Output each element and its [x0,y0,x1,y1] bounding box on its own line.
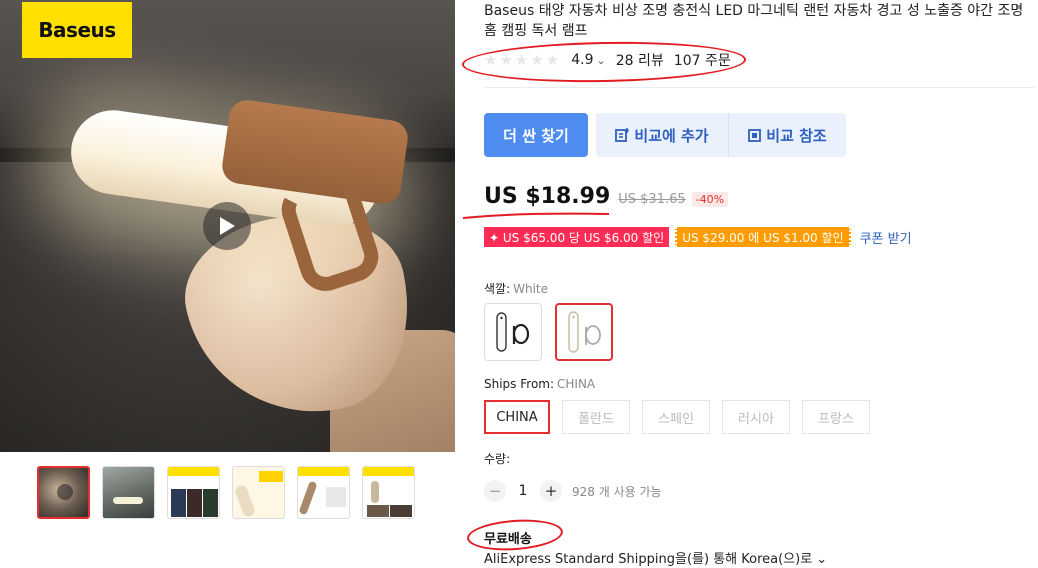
price-row: US $18.99 US $31.65 -40% [484,184,729,209]
review-count[interactable]: 28 리뷰 [616,50,664,70]
thumbnail-3[interactable] [167,466,220,519]
quantity-available: 928 개 사용 가능 [572,484,662,499]
thumbnail-5-band [298,467,349,476]
chevron-down-icon[interactable]: ⌄ [597,54,606,67]
color-value: White [513,282,549,296]
add-to-compare-label: 비교에 추가 [634,126,709,145]
color-swatches [484,303,613,361]
quantity-label: 수량: [484,452,511,466]
color-label: 색깔: White [484,280,548,297]
compare-list-icon [748,128,762,142]
ships-from-label: Ships From: CHINA [484,377,595,391]
thumbnail-1[interactable] [37,466,90,519]
color-label-text: 색깔: [484,282,511,296]
swatch-product-icon [496,312,530,352]
thumbnail-3-panel [187,489,202,517]
ships-from-options: CHINA 폴란드 스페인 러시아 프랑스 [484,400,870,434]
star-icon: ★ [499,50,513,69]
current-price: US $18.99 [484,184,611,209]
divider [484,87,1034,88]
thumbnail-3-panel [203,489,218,517]
thumbnail-4[interactable] [232,466,285,519]
free-shipping-label: 무료배송 [484,532,532,547]
compare-add-icon [615,128,630,142]
thumbnail-6-lamp [371,481,379,503]
ships-from-label-text: Ships From: [484,377,555,391]
ship-option-russia[interactable]: 러시아 [722,400,790,434]
ships-from-value: CHINA [557,377,596,391]
thumbnail-3-panel [171,489,186,517]
brand-logo-text: Baseus [38,18,116,42]
star-icon: ★ [545,50,560,69]
coupon-badge-store[interactable]: ✦ US $65.00 당 US $6.00 할인 [484,227,670,247]
coupon-row: ✦ US $65.00 당 US $6.00 할인 US $29.00 에 US… [484,227,912,247]
rating-score[interactable]: 4.9 [571,52,593,68]
thumbnail-2-image [103,467,154,518]
view-compare-button[interactable]: 비교 참조 [729,113,846,157]
quantity-decrease-button[interactable]: − [484,480,506,502]
star-icon: ★ [530,50,544,69]
thumbnail-6-band [363,467,414,476]
color-swatch-white[interactable] [555,303,613,361]
ship-option-spain[interactable]: 스페인 [642,400,710,434]
thumbnail-2[interactable] [102,466,155,519]
color-swatch-black[interactable] [484,303,542,361]
ship-option-france[interactable]: 프랑스 [802,400,870,434]
thumbnail-5-panel [326,487,346,507]
star-icon: ★ [484,50,498,69]
add-to-compare-button[interactable]: 비교에 추가 [596,113,729,157]
thumbnail-5-lamp [298,480,318,516]
thumbnail-5[interactable] [297,466,350,519]
view-compare-label: 비교 참조 [766,126,827,145]
annotation-underline-price [462,212,610,219]
thumbnail-6[interactable] [362,466,415,519]
swatch-product-icon [568,311,601,353]
rating-row: ★ ★ ★ ★ ★ 4.9 ⌄ 28 리뷰 107 주문 [484,50,731,70]
star-rating: ★ ★ ★ ★ ★ [484,50,560,69]
thumbnail-strip [37,466,415,519]
thumbnail-3-band [168,467,219,476]
quantity-increase-button[interactable]: + [540,480,562,502]
thumbnail-6-panel [390,505,412,517]
get-coupon-link[interactable]: 쿠폰 받기 [860,228,912,247]
coupon-badge-select[interactable]: US $29.00 에 US $1.00 할인 [675,227,851,247]
ship-option-china[interactable]: CHINA [484,400,550,434]
product-main-image[interactable]: Baseus [0,0,455,452]
thumbnail-2-lamp [113,497,143,504]
find-cheaper-button[interactable]: 더 싼 찾기 [484,113,588,157]
ship-option-poland[interactable]: 폴란드 [562,400,630,434]
compare-button-group: 비교에 추가 비교 참조 [596,113,846,157]
order-count: 107 주문 [673,53,731,69]
thumbnail-6-panel [367,505,389,517]
quantity-input[interactable]: 1 [506,483,540,499]
shipping-method-selector[interactable]: AliExpress Standard Shipping을(를) 통해 Kore… [484,548,827,567]
discount-badge: -40% [691,192,729,207]
play-icon [57,484,73,500]
quantity-stepper: − 1 + 928 개 사용 가능 [484,480,662,502]
brand-logo: Baseus [22,2,132,58]
star-icon: ★ [514,50,529,69]
video-play-button[interactable] [203,202,251,250]
play-icon [220,217,235,235]
original-price: US $31.65 [618,192,686,207]
thumbnail-4-tag [259,471,283,482]
product-title: Baseus 태양 자동차 비상 조명 충전식 LED 마그네틱 랜턴 자동차 … [484,3,1024,39]
